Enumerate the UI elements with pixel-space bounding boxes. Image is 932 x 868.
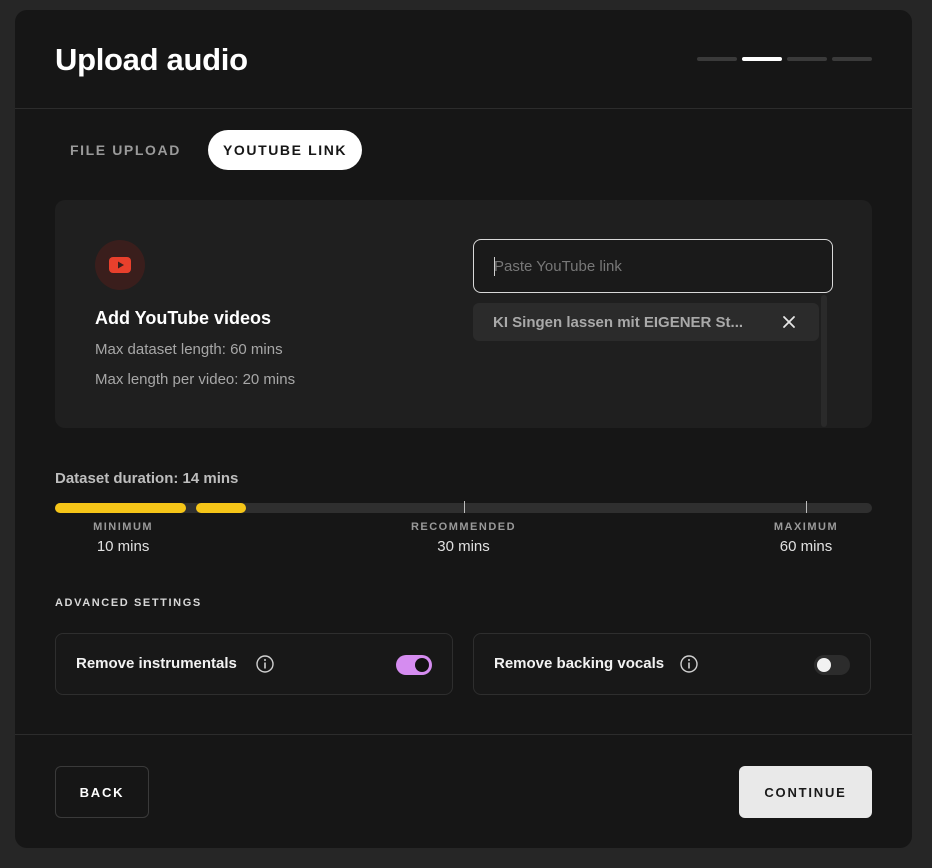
video-title: KI Singen lassen mit EIGENER St... — [493, 313, 744, 331]
youtube-panel: Add YouTube videos Max dataset length: 6… — [55, 200, 872, 428]
back-button[interactable]: BACK — [55, 766, 149, 818]
text-caret — [494, 257, 495, 276]
dataset-duration-bar — [55, 501, 872, 513]
source-tabs: FILE UPLOAD YOUTUBE LINK — [55, 130, 363, 170]
modal-header: Upload audio — [15, 10, 912, 109]
page-title: Upload audio — [55, 42, 248, 77]
setting-remove-backing-vocals: Remove backing vocals — [473, 633, 871, 695]
upload-audio-modal: Upload audio FILE UPLOAD YOUTUBE LINK Ad… — [15, 10, 912, 848]
marker-recommended: RECOMMENDED 30 mins — [411, 521, 516, 555]
marker-value: 60 mins — [779, 538, 833, 555]
maximum-tick — [806, 501, 807, 513]
youtube-icon — [95, 240, 145, 290]
marker-label: RECOMMENDED — [410, 521, 517, 533]
setting-label: Remove backing vocals — [494, 655, 665, 672]
recommended-tick — [463, 501, 465, 513]
step-indicator — [697, 57, 872, 61]
max-video-length: Max length per video: 20 mins — [95, 371, 296, 388]
tab-file-upload[interactable]: FILE UPLOAD — [55, 130, 196, 170]
remove-backing-vocals-toggle[interactable] — [814, 655, 850, 675]
advanced-settings-title: ADVANCED SETTINGS — [55, 597, 202, 609]
duration-fill-extra — [196, 503, 246, 513]
toggle-knob — [415, 658, 429, 672]
step-3 — [787, 57, 827, 61]
step-2 — [742, 57, 782, 61]
toggle-knob — [817, 658, 831, 672]
step-4 — [832, 57, 872, 61]
marker-label: MINIMUM — [93, 521, 154, 533]
panel-title: Add YouTube videos — [95, 308, 272, 328]
setting-remove-instrumentals: Remove instrumentals — [55, 633, 453, 695]
footer-divider — [15, 734, 912, 735]
marker-minimum: MINIMUM 10 mins — [93, 521, 153, 555]
tab-youtube-link[interactable]: YOUTUBE LINK — [207, 130, 363, 170]
info-icon[interactable] — [255, 654, 275, 674]
marker-value: 10 mins — [96, 538, 150, 555]
youtube-link-input[interactable] — [473, 239, 833, 293]
close-icon[interactable] — [781, 314, 797, 330]
marker-label: MAXIMUM — [773, 521, 839, 533]
marker-value: 30 mins — [437, 538, 490, 555]
info-icon[interactable] — [679, 654, 699, 674]
max-dataset-length: Max dataset length: 60 mins — [95, 341, 283, 358]
dataset-duration-label: Dataset duration: 14 mins — [55, 470, 239, 487]
continue-button[interactable]: CONTINUE — [739, 766, 872, 818]
duration-fill-minimum — [55, 503, 187, 513]
remove-instrumentals-toggle[interactable] — [396, 655, 432, 675]
step-1 — [697, 57, 737, 61]
video-list-scrollbar[interactable] — [821, 295, 827, 427]
marker-maximum: MAXIMUM 60 mins — [774, 521, 838, 555]
video-list-item: KI Singen lassen mit EIGENER St... — [473, 303, 819, 341]
setting-label: Remove instrumentals — [76, 655, 237, 672]
